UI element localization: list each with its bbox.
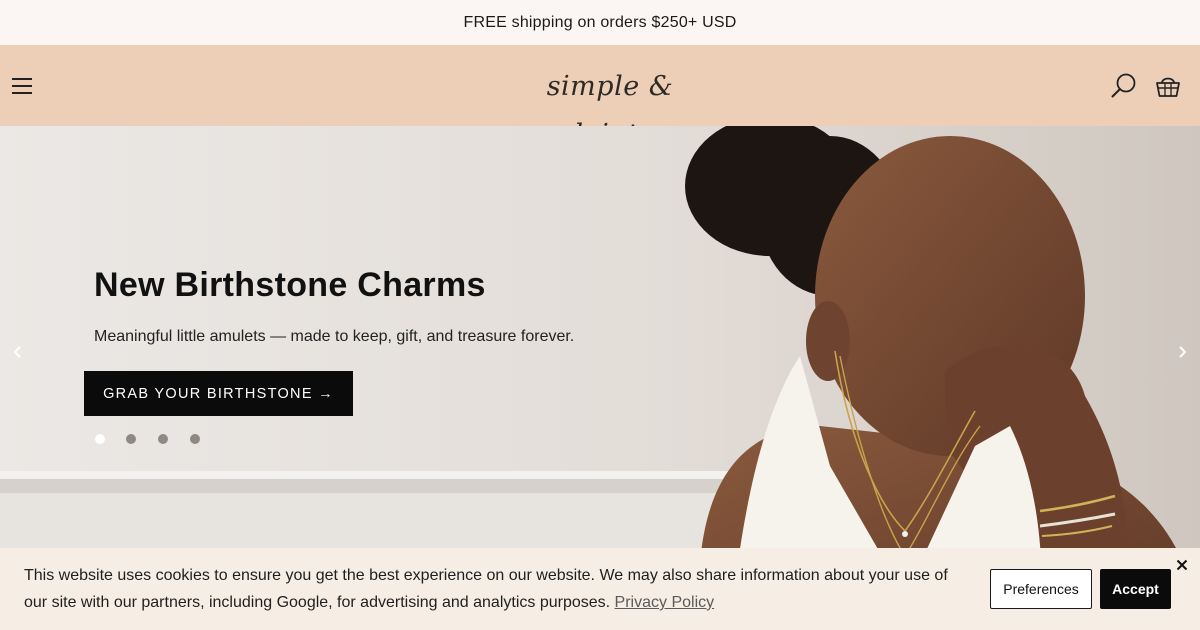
slideshow-pagination (94, 433, 214, 445)
announcement-bar: FREE shipping on orders $250+ USD (0, 0, 1200, 45)
chevron-right-icon[interactable] (1172, 341, 1192, 363)
announcement-text: FREE shipping on orders $250+ USD (463, 13, 737, 31)
close-icon[interactable] (1174, 557, 1190, 573)
chevron-left-icon[interactable] (8, 341, 28, 363)
slide-dot-3[interactable] (158, 434, 168, 444)
slide-dot-4[interactable] (190, 434, 200, 444)
cookie-message-text: This website uses cookies to ensure you … (24, 567, 948, 611)
cookie-banner: This website uses cookies to ensure you … (0, 548, 1200, 630)
site-header: simple & dainty (0, 45, 1200, 150)
privacy-policy-link[interactable]: Privacy Policy (615, 594, 715, 611)
hamburger-menu-icon[interactable] (12, 78, 32, 94)
preferences-button[interactable]: Preferences (990, 569, 1092, 609)
accept-button[interactable]: Accept (1100, 569, 1171, 609)
shopping-basket-icon[interactable] (1154, 72, 1182, 100)
slide-dot-2[interactable] (126, 434, 136, 444)
slide-dot-1[interactable] (95, 434, 105, 444)
search-icon[interactable] (1110, 72, 1138, 100)
hero-subtitle: Meaningful little amulets — made to keep… (94, 328, 575, 345)
grab-birthstone-button[interactable]: GRAB YOUR BIRTHSTONE → (84, 371, 353, 416)
hero-title: New Birthstone Charms (94, 266, 486, 304)
cookie-message: This website uses cookies to ensure you … (24, 562, 969, 616)
site-logo[interactable]: simple & dainty (500, 63, 720, 150)
